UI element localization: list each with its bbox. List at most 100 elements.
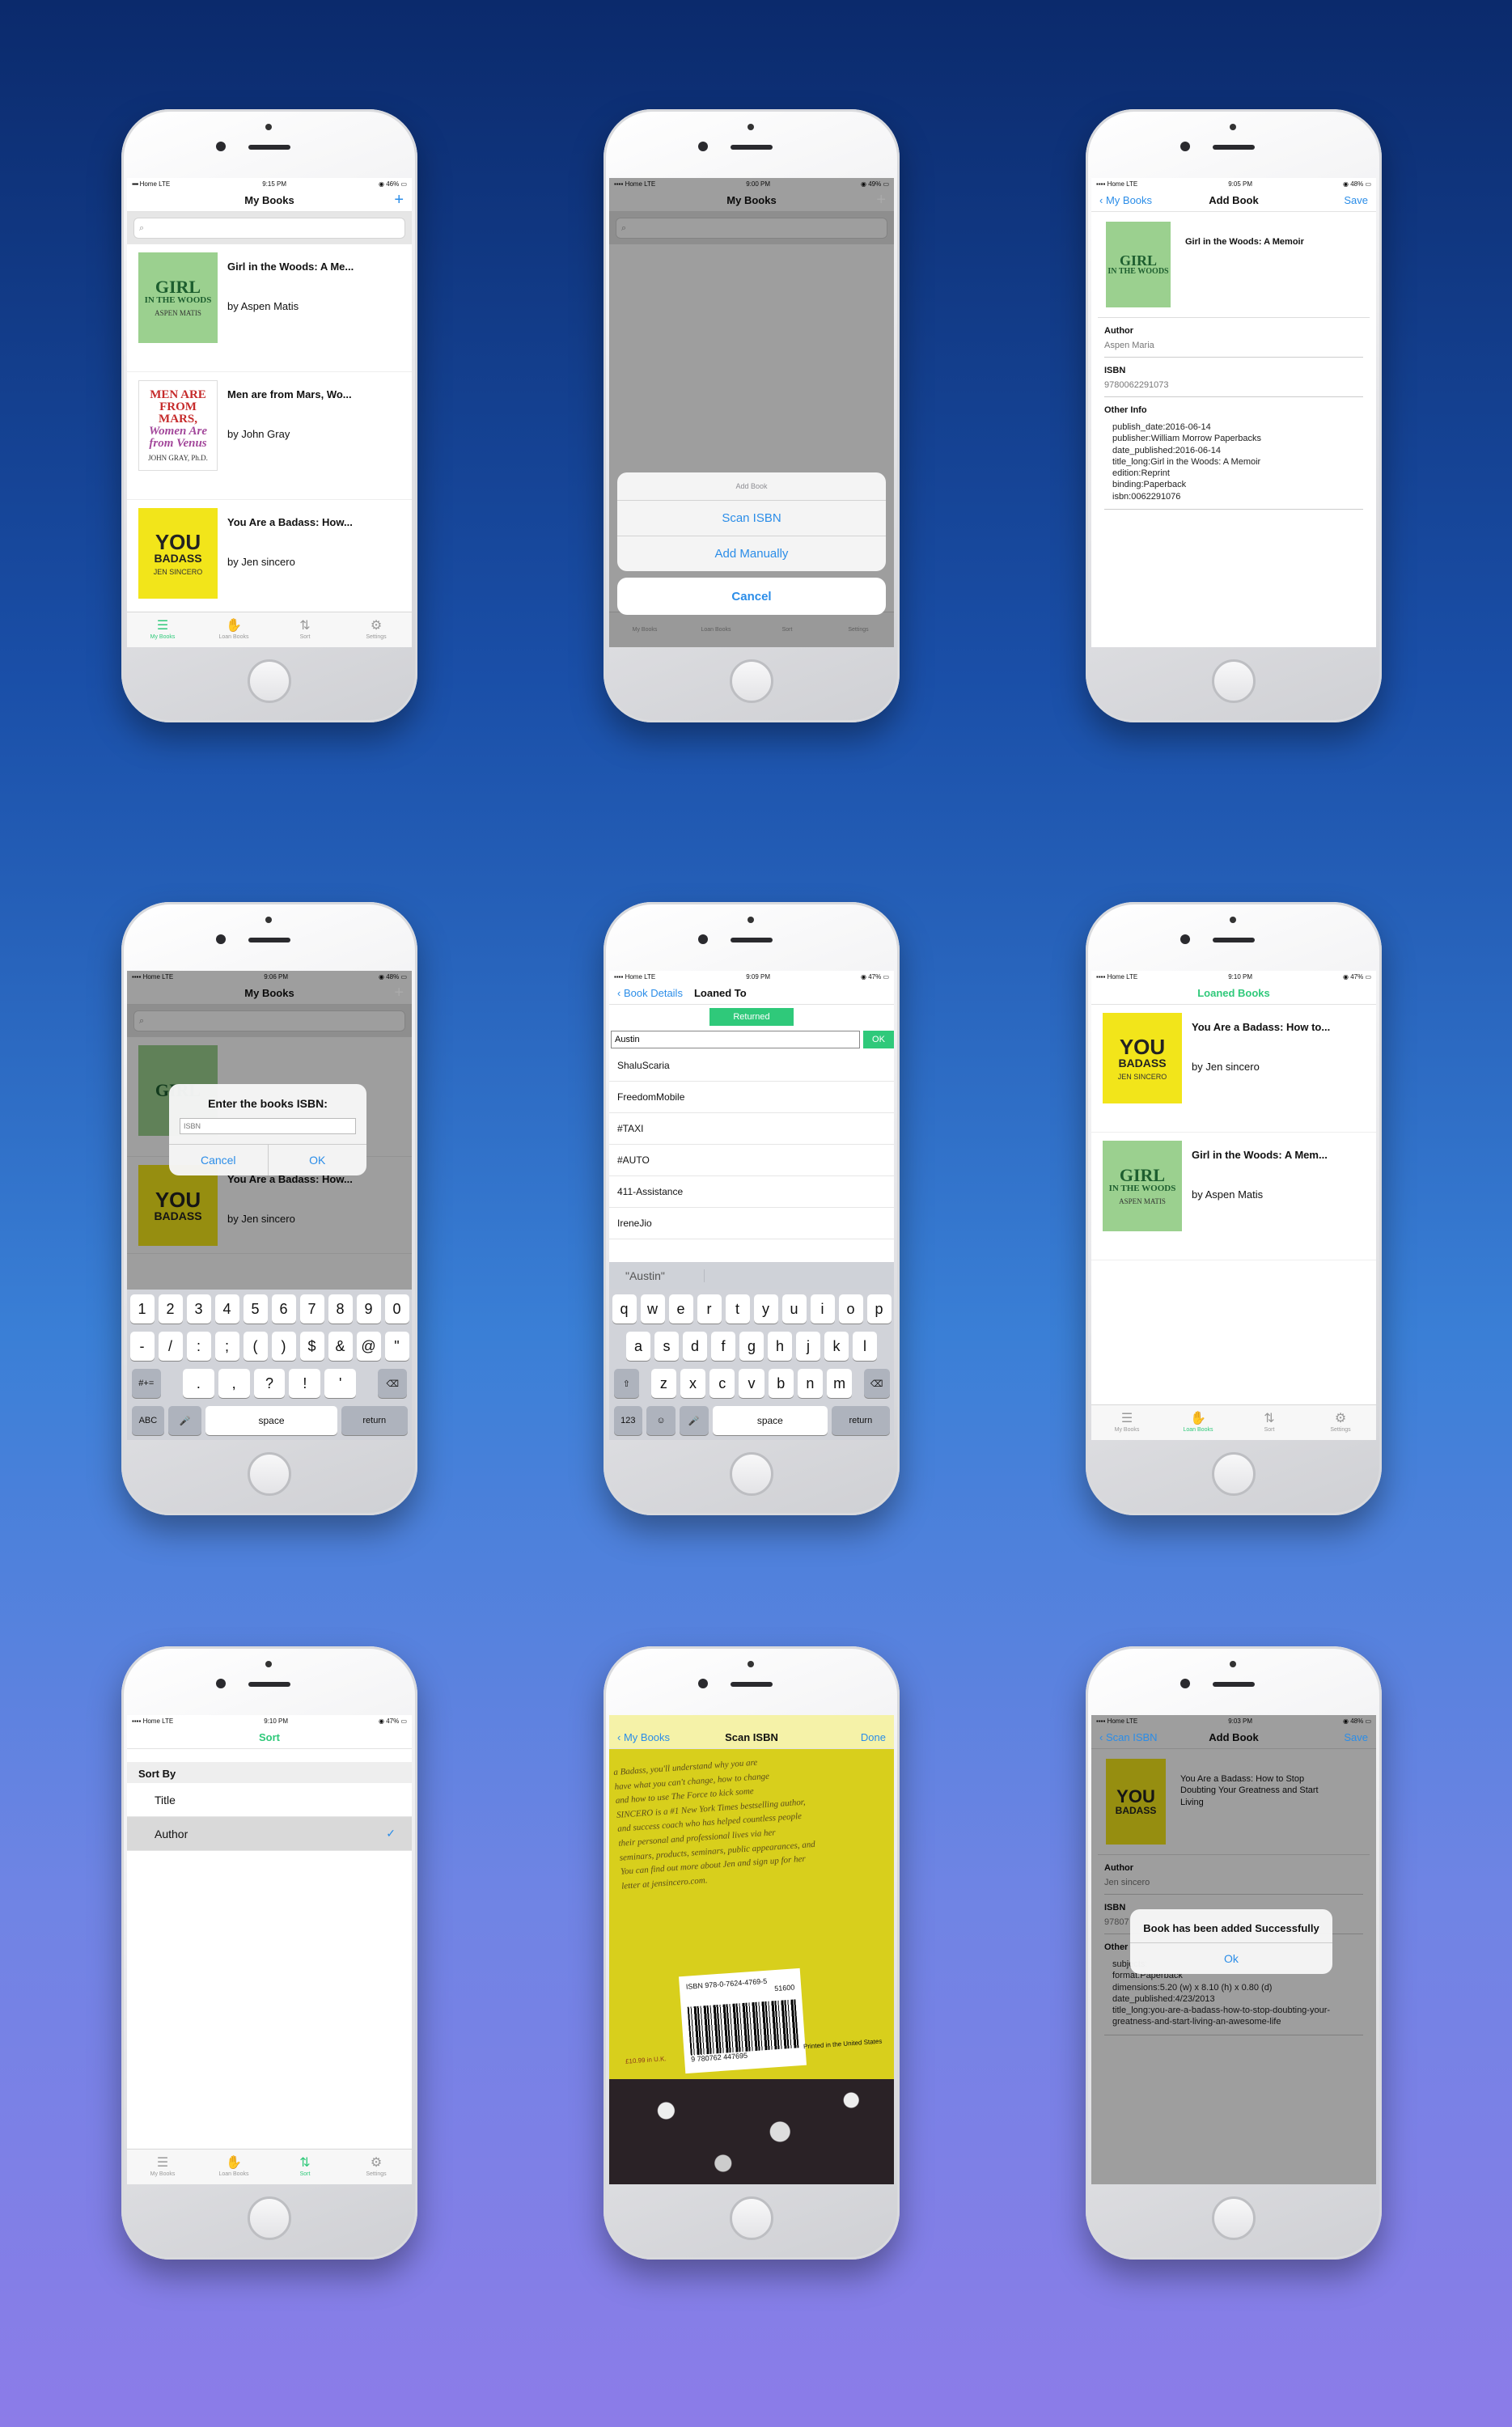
key[interactable]: j: [796, 1332, 820, 1361]
key[interactable]: q: [612, 1294, 637, 1324]
home-button[interactable]: [248, 659, 291, 703]
key[interactable]: /: [158, 1332, 183, 1361]
search-input[interactable]: ⌕: [133, 218, 405, 239]
tab-my-books[interactable]: ☰ My Books: [127, 2150, 198, 2184]
key-delete[interactable]: ⌫: [863, 1369, 890, 1398]
sort-option-author[interactable]: Author ✓: [127, 1817, 412, 1851]
tab-loan-books[interactable]: ✋ Loan Books: [198, 612, 269, 647]
key[interactable]: s: [654, 1332, 679, 1361]
other-info-field[interactable]: Other Info publish_date:2016-06-14 publis…: [1104, 397, 1363, 510]
book-row[interactable]: YOU BADASS JEN SINCERO You Are a Badass: H…: [1091, 1005, 1376, 1133]
key[interactable]: 0: [384, 1294, 409, 1324]
key[interactable]: m: [827, 1369, 853, 1398]
book-row[interactable]: GIRL IN THE WOODS ASPEN MATIS Girl in the …: [127, 244, 412, 372]
key[interactable]: o: [838, 1294, 863, 1324]
done-button[interactable]: Done: [861, 1731, 886, 1743]
tab-my-books[interactable]: ☰ My Books: [1091, 1405, 1163, 1440]
ok-button[interactable]: OK: [863, 1031, 894, 1048]
key-return[interactable]: return: [832, 1406, 890, 1435]
contact-row[interactable]: #AUTO: [609, 1145, 894, 1176]
scan-isbn-button[interactable]: Scan ISBN: [617, 500, 886, 536]
tab-settings[interactable]: ⚙ Settings: [341, 2150, 412, 2184]
key[interactable]: t: [725, 1294, 750, 1324]
save-button[interactable]: Save: [1344, 1731, 1368, 1743]
key[interactable]: e: [668, 1294, 693, 1324]
key-microphone[interactable]: 🎤: [679, 1406, 709, 1435]
key[interactable]: w: [640, 1294, 665, 1324]
key[interactable]: !: [289, 1369, 321, 1398]
key-shift[interactable]: ⇧: [613, 1369, 640, 1398]
key[interactable]: 1: [129, 1294, 155, 1324]
isbn-field[interactable]: ISBN 9780062291073: [1104, 358, 1363, 397]
key[interactable]: d: [683, 1332, 707, 1361]
key[interactable]: l: [853, 1332, 877, 1361]
key[interactable]: ?: [253, 1369, 286, 1398]
key[interactable]: 6: [271, 1294, 296, 1324]
book-row[interactable]: YOU BADASS JEN SINCERO You Are a Badass: H…: [127, 500, 412, 628]
camera-viewfinder[interactable]: a Badass, you'll understand why you are …: [609, 1749, 894, 2184]
key-emoji[interactable]: ☺: [646, 1406, 676, 1435]
key-space[interactable]: space: [712, 1406, 828, 1435]
add-book-button[interactable]: +: [394, 984, 404, 1002]
key[interactable]: f: [711, 1332, 735, 1361]
key[interactable]: x: [680, 1369, 706, 1398]
key[interactable]: ": [384, 1332, 409, 1361]
tab-my-books[interactable]: ☰ My Books: [127, 612, 198, 647]
key-delete[interactable]: ⌫: [377, 1369, 408, 1398]
back-button[interactable]: ‹ My Books: [1099, 194, 1152, 206]
tab-settings[interactable]: ⚙ Settings: [1305, 1405, 1376, 1440]
home-button[interactable]: [248, 1452, 291, 1496]
key[interactable]: b: [768, 1369, 794, 1398]
book-row[interactable]: GIRL IN THE WOODS ASPEN MATIS Girl in the …: [1091, 1133, 1376, 1260]
key[interactable]: h: [768, 1332, 792, 1361]
tab-loan-books[interactable]: ✋ Loan Books: [1163, 1405, 1234, 1440]
back-button[interactable]: ‹ Scan ISBN: [1099, 1731, 1158, 1743]
key[interactable]: &: [328, 1332, 353, 1361]
key[interactable]: c: [709, 1369, 735, 1398]
key[interactable]: 5: [243, 1294, 268, 1324]
key[interactable]: a: [626, 1332, 650, 1361]
key[interactable]: 7: [299, 1294, 324, 1324]
tab-sort[interactable]: ⇅ Sort: [269, 612, 341, 647]
key[interactable]: v: [739, 1369, 764, 1398]
key-abc[interactable]: ABC: [131, 1406, 165, 1435]
tab-loan-books[interactable]: ✋ Loan Books: [198, 2150, 269, 2184]
contact-row[interactable]: ShaluScaria: [609, 1050, 894, 1082]
contact-row[interactable]: FreedomMobile: [609, 1082, 894, 1113]
key[interactable]: r: [697, 1294, 722, 1324]
key[interactable]: -: [129, 1332, 155, 1361]
key[interactable]: p: [866, 1294, 892, 1324]
key-return[interactable]: return: [341, 1406, 408, 1435]
ok-button[interactable]: Ok: [1130, 1943, 1332, 1974]
ok-button[interactable]: OK: [267, 1145, 367, 1175]
key[interactable]: 3: [186, 1294, 211, 1324]
home-button[interactable]: [248, 2196, 291, 2240]
contact-row[interactable]: #TAXI: [609, 1113, 894, 1145]
back-button[interactable]: ‹ Book Details: [617, 987, 683, 999]
home-button[interactable]: [730, 1452, 773, 1496]
add-book-button[interactable]: +: [876, 191, 886, 210]
cancel-button[interactable]: Cancel: [617, 578, 886, 615]
key[interactable]: (: [243, 1332, 268, 1361]
home-button[interactable]: [1212, 659, 1256, 703]
back-button[interactable]: ‹ My Books: [617, 1731, 670, 1743]
add-manually-button[interactable]: Add Manually: [617, 536, 886, 571]
book-row[interactable]: MEN ARE FROM MARS, Women Are from Venus JO…: [127, 372, 412, 500]
key[interactable]: k: [824, 1332, 849, 1361]
tab-settings[interactable]: ⚙ Settings: [341, 612, 412, 647]
author-field[interactable]: Author Aspen Maria: [1104, 318, 1363, 358]
key-more-symbols[interactable]: #+=: [131, 1369, 162, 1398]
key[interactable]: ': [324, 1369, 357, 1398]
key[interactable]: :: [186, 1332, 211, 1361]
suggestion-item[interactable]: "Austin": [609, 1269, 705, 1282]
save-button[interactable]: Save: [1344, 194, 1368, 206]
key[interactable]: z: [650, 1369, 676, 1398]
key[interactable]: .: [182, 1369, 214, 1398]
key[interactable]: 4: [214, 1294, 239, 1324]
key-space[interactable]: space: [205, 1406, 337, 1435]
key[interactable]: n: [797, 1369, 824, 1398]
returned-button[interactable]: Returned: [709, 1008, 794, 1026]
key[interactable]: g: [739, 1332, 764, 1361]
contact-row[interactable]: 411-Assistance: [609, 1176, 894, 1208]
key[interactable]: 9: [356, 1294, 381, 1324]
